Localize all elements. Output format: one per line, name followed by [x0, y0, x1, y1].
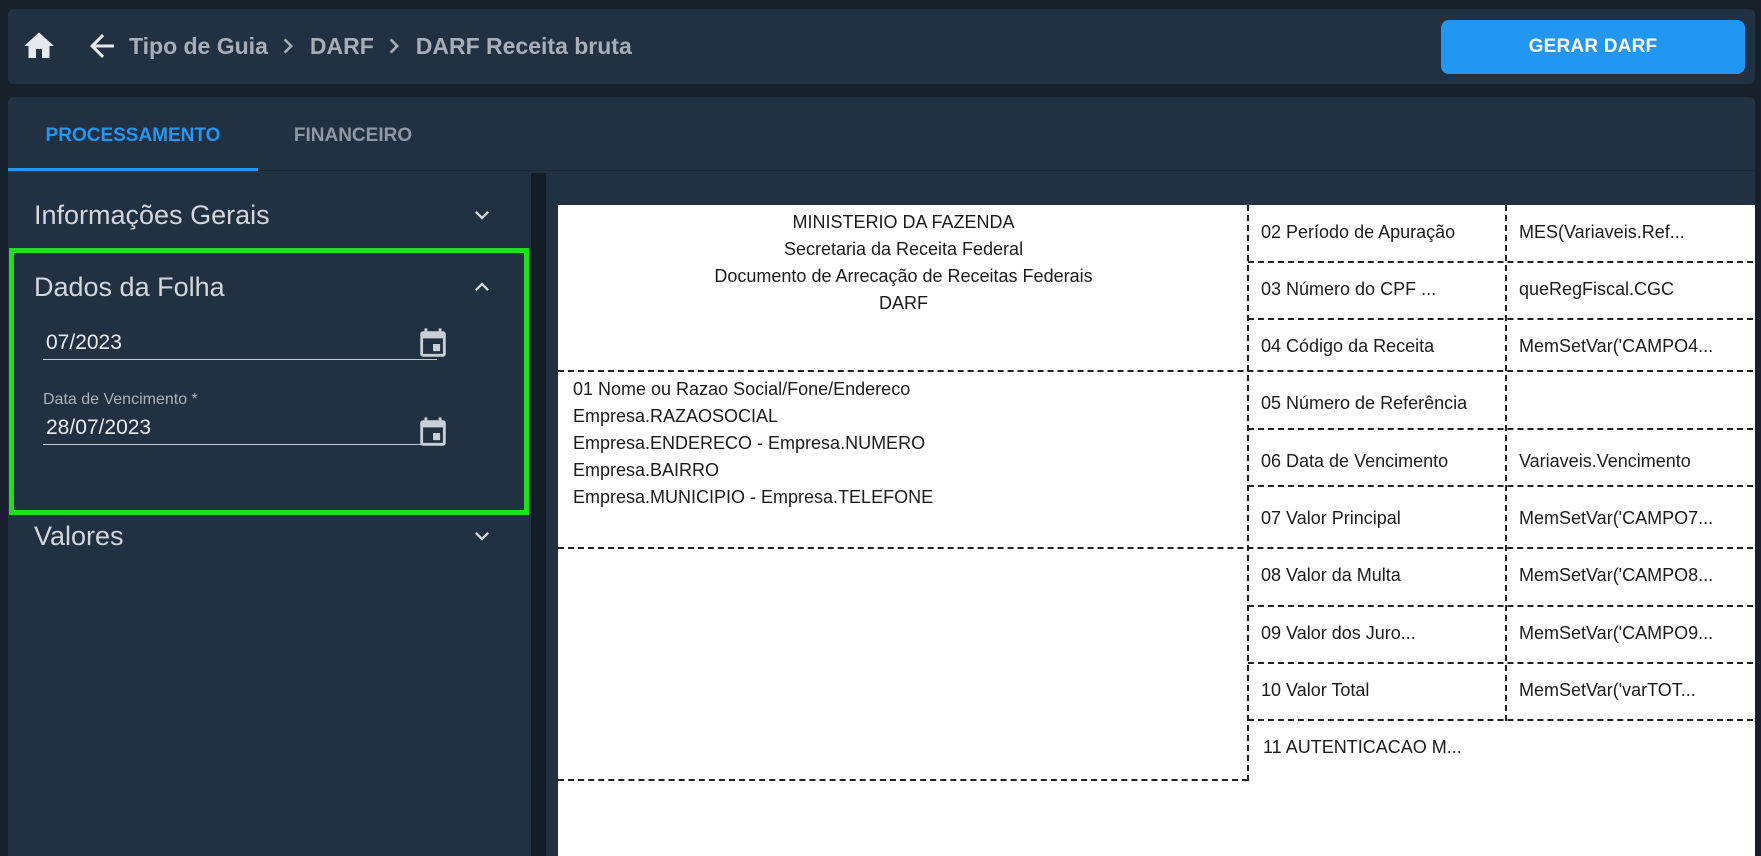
divider: [1248, 318, 1755, 320]
top-bar: Tipo de Guia DARF DARF Receita bruta GER…: [8, 9, 1755, 84]
darf-field-label: 03 Número do CPF ...: [1261, 279, 1437, 299]
info-line: Empresa.BAIRRO: [573, 460, 720, 480]
section-title: Dados da Folha: [34, 271, 225, 302]
competencia-field: [43, 326, 437, 360]
darf-field-value: MemSetVar('CAMPO8...: [1519, 565, 1714, 585]
main-panel: PROCESSAMENTO FINANCEIRO Informações Ger…: [8, 97, 1755, 856]
darf-field-label: 08 Valor da Multa: [1261, 565, 1401, 585]
divider: [1505, 205, 1507, 721]
form-panel: Informações Gerais Dados da Folha Data d…: [8, 173, 531, 856]
section-dados-da-folha: Dados da Folha Data de Vencimento *: [9, 248, 529, 515]
darf-field-value: MemSetVar('varTOT...: [1519, 680, 1696, 700]
field-label-clipped: [43, 313, 203, 320]
darf-field-value: MES(Variaveis.Ref...: [1519, 222, 1685, 242]
ministry-header: MINISTERIO DA FAZENDA Secretaria da Rece…: [558, 209, 1249, 317]
darf-field-label: 11 AUTENTICACAO M...: [1263, 737, 1462, 757]
breadcrumb: Tipo de Guia DARF DARF Receita bruta: [129, 31, 632, 61]
info-line: Empresa.RAZAOSOCIAL: [573, 406, 779, 426]
ministry-line: MINISTERIO DA FAZENDA: [792, 212, 1015, 232]
breadcrumb-item-darf[interactable]: DARF: [310, 33, 374, 60]
info-line: 01 Nome ou Razao Social/Fone/Endereco: [573, 379, 911, 399]
breadcrumb-item-current: DARF Receita bruta: [415, 32, 632, 59]
preview-panel: MINISTERIO DA FAZENDA Secretaria da Rece…: [546, 173, 1755, 856]
home-icon[interactable]: [21, 28, 57, 64]
darf-field-label: 05 Número de Referência: [1261, 393, 1468, 413]
company-info: 01 Nome ou Razao Social/Fone/Endereco Em…: [573, 376, 933, 511]
calendar-icon[interactable]: [416, 416, 450, 450]
chevron-right-icon: [389, 38, 399, 54]
divider: [1247, 205, 1249, 781]
section-title: Valores: [34, 520, 124, 551]
gerar-darf-button[interactable]: GERAR DARF: [1441, 20, 1745, 74]
darf-field-label: 06 Data de Vencimento: [1261, 451, 1449, 471]
darf-field-label: 10 Valor Total: [1261, 680, 1370, 700]
tab-financeiro[interactable]: FINANCEIRO: [258, 97, 448, 171]
arrow-left-icon[interactable]: [84, 28, 120, 64]
divider: [1248, 662, 1755, 664]
chevron-up-icon: [475, 282, 489, 291]
divider: [1248, 605, 1755, 607]
section-title: Informações Gerais: [34, 199, 270, 230]
ministry-line: Documento de Arrecação de Receitas Feder…: [714, 266, 1093, 286]
tab-bar: PROCESSAMENTO FINANCEIRO: [8, 97, 1755, 171]
darf-field-label: 02 Período de Apuração: [1261, 222, 1456, 242]
info-line: Empresa.ENDERECO - Empresa.NUMERO: [573, 433, 926, 453]
ministry-line: DARF: [879, 293, 928, 313]
darf-field-value: Variaveis.Vencimento: [1519, 451, 1691, 471]
darf-field-value: MemSetVar('CAMPO7...: [1519, 508, 1714, 528]
chevron-down-icon: [475, 211, 489, 220]
section-valores[interactable]: Valores: [34, 514, 504, 558]
ministry-line: Secretaria da Receita Federal: [783, 239, 1024, 259]
breadcrumb-item-tipo-de-guia[interactable]: Tipo de Guia: [129, 33, 268, 60]
divider: [1248, 261, 1755, 263]
divider: [558, 547, 1755, 549]
darf-field-value: MemSetVar('CAMPO9...: [1519, 623, 1714, 643]
calendar-icon[interactable]: [416, 327, 450, 361]
data-vencimento-field: Data de Vencimento *: [43, 391, 437, 445]
panel-splitter[interactable]: [531, 173, 546, 856]
darf-field-label: 04 Código da Receita: [1261, 336, 1435, 356]
tab-processamento[interactable]: PROCESSAMENTO: [8, 97, 258, 171]
darf-field-label: 07 Valor Principal: [1261, 508, 1401, 528]
info-line: Empresa.MUNICIPIO - Empresa.TELEFONE: [573, 487, 934, 507]
section-informacoes-gerais[interactable]: Informações Gerais: [34, 193, 504, 237]
chevron-right-icon: [283, 38, 293, 54]
darf-preview-page: MINISTERIO DA FAZENDA Secretaria da Rece…: [558, 205, 1755, 856]
divider: [558, 370, 1755, 372]
competencia-input[interactable]: [43, 326, 437, 360]
divider: [1248, 719, 1755, 721]
field-label: Data de Vencimento *: [43, 391, 198, 408]
divider: [1248, 428, 1755, 430]
chevron-down-icon: [475, 532, 489, 541]
divider: [1248, 485, 1755, 487]
divider: [558, 779, 1248, 781]
data-vencimento-input[interactable]: [43, 411, 437, 445]
darf-field-label: 09 Valor dos Juro...: [1261, 623, 1416, 643]
darf-field-value: queRegFiscal.CGC: [1519, 279, 1675, 299]
section-header-dados-da-folha[interactable]: Dados da Folha: [34, 265, 504, 309]
darf-field-value: MemSetVar('CAMPO4...: [1519, 336, 1714, 356]
